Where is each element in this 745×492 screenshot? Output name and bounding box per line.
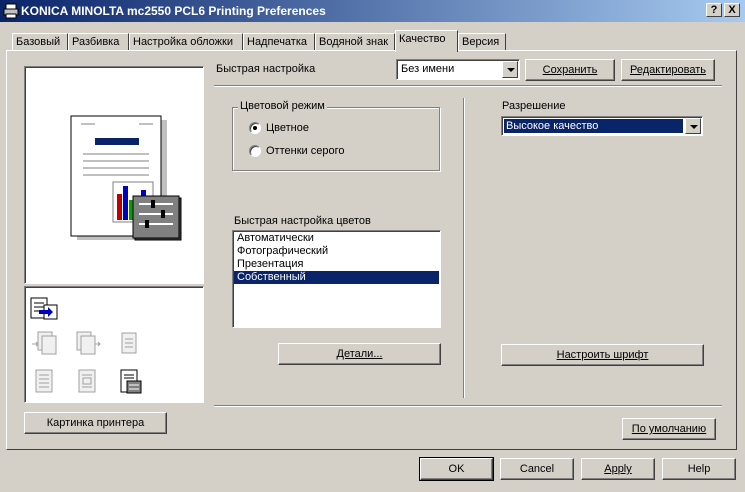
title-bar[interactable]: KONICA MINOLTA mc2550 PCL6 Printing Pref… [0,0,745,22]
tab-version[interactable]: Версия [458,33,506,51]
page-icon [121,332,137,354]
button-label: OK [448,463,465,475]
chevron-down-icon[interactable] [502,61,518,78]
watermark-page-icon [78,369,96,393]
button-label: Help [687,463,711,475]
help-caption-button[interactable]: ? [706,3,722,17]
list-item[interactable]: Презентация [234,258,439,271]
cancel-button[interactable]: Cancel [500,458,574,480]
list-item-selected[interactable]: Собственный [234,271,439,284]
button-label: Cancel [519,463,555,475]
button-label: Картинка принтера [46,417,145,429]
tab-layout[interactable]: Разбивка [68,33,129,51]
resolution-value: Высокое качество [506,120,599,132]
view-icons-panel [24,286,204,403]
button-label: Сохранить [542,64,598,76]
text-page-icon [35,369,53,393]
button-label: Настроить шрифт [556,349,649,361]
resolution-label: Разрешение [502,100,566,112]
radio-label: Цветное [266,122,309,134]
tab-label: Настройка обложки [133,36,233,48]
button-label: По умолчанию [631,423,707,435]
color-radio[interactable]: Цветное [249,122,309,134]
grayscale-radio[interactable]: Оттенки серого [249,145,344,157]
tab-label: Разбивка [72,36,120,48]
quick-color-label: Быстрая настройка цветов [234,215,371,227]
tab-watermark[interactable]: Водяной знак [315,33,395,51]
tab-quality[interactable]: Качество [395,30,458,52]
print-job-icon[interactable] [30,295,58,323]
chevron-down-icon[interactable] [685,118,701,134]
tab-basic[interactable]: Базовый [12,33,68,51]
edit-button[interactable]: Редактировать [621,59,715,81]
printer-icon [3,3,19,19]
defaults-button[interactable]: По умолчанию [622,418,716,440]
button-label: Apply [604,463,632,475]
tab-cover[interactable]: Настройка обложки [129,33,243,51]
quality-page-icon[interactable] [115,367,143,395]
quick-setup-label: Быстрая настройка [216,63,316,75]
tab-label: Базовый [16,36,61,48]
window-title: KONICA MINOLTA mc2550 PCL6 Printing Pref… [21,4,326,18]
details-button[interactable]: Детали... [278,343,441,365]
duplex-icon [76,331,101,355]
close-caption-button[interactable]: X [724,3,740,17]
printer-picture-button[interactable]: Картинка принтера [24,412,167,434]
color-mode-legend: Цветовой режим [238,100,327,112]
resolution-combo[interactable]: Высокое качество [501,116,703,136]
quick-color-list[interactable]: Автоматически Фотографический Презентаци… [232,230,441,328]
apply-button[interactable]: Apply [581,458,655,480]
vertical-divider [463,98,465,398]
list-item[interactable]: Фотографический [234,245,439,258]
radio-label: Оттенки серого [266,145,345,157]
page-preview [24,66,204,284]
tab-label: Версия [462,36,500,48]
button-label: Детали... [336,348,383,360]
collate-icon [32,331,57,355]
ok-button[interactable]: OK [419,457,494,481]
help-button[interactable]: Help [662,458,736,480]
font-settings-button[interactable]: Настроить шрифт [501,344,704,366]
quick-setup-value: Без имени [401,63,455,75]
button-label: Редактировать [630,64,706,76]
divider [214,405,722,407]
tab-label: Водяной знак [319,36,389,48]
tab-label: Качество [399,33,446,45]
radio-checked-indicator [249,122,261,134]
radio-indicator [249,145,261,157]
document-preview-icon [70,115,182,241]
save-button[interactable]: Сохранить [525,59,615,81]
tab-label: Надпечатка [247,36,308,48]
quick-setup-combo[interactable]: Без имени [396,59,520,80]
list-item[interactable]: Автоматически [234,232,439,245]
tab-overlay[interactable]: Надпечатка [243,33,315,51]
divider [214,85,722,87]
color-mode-group [232,107,440,171]
